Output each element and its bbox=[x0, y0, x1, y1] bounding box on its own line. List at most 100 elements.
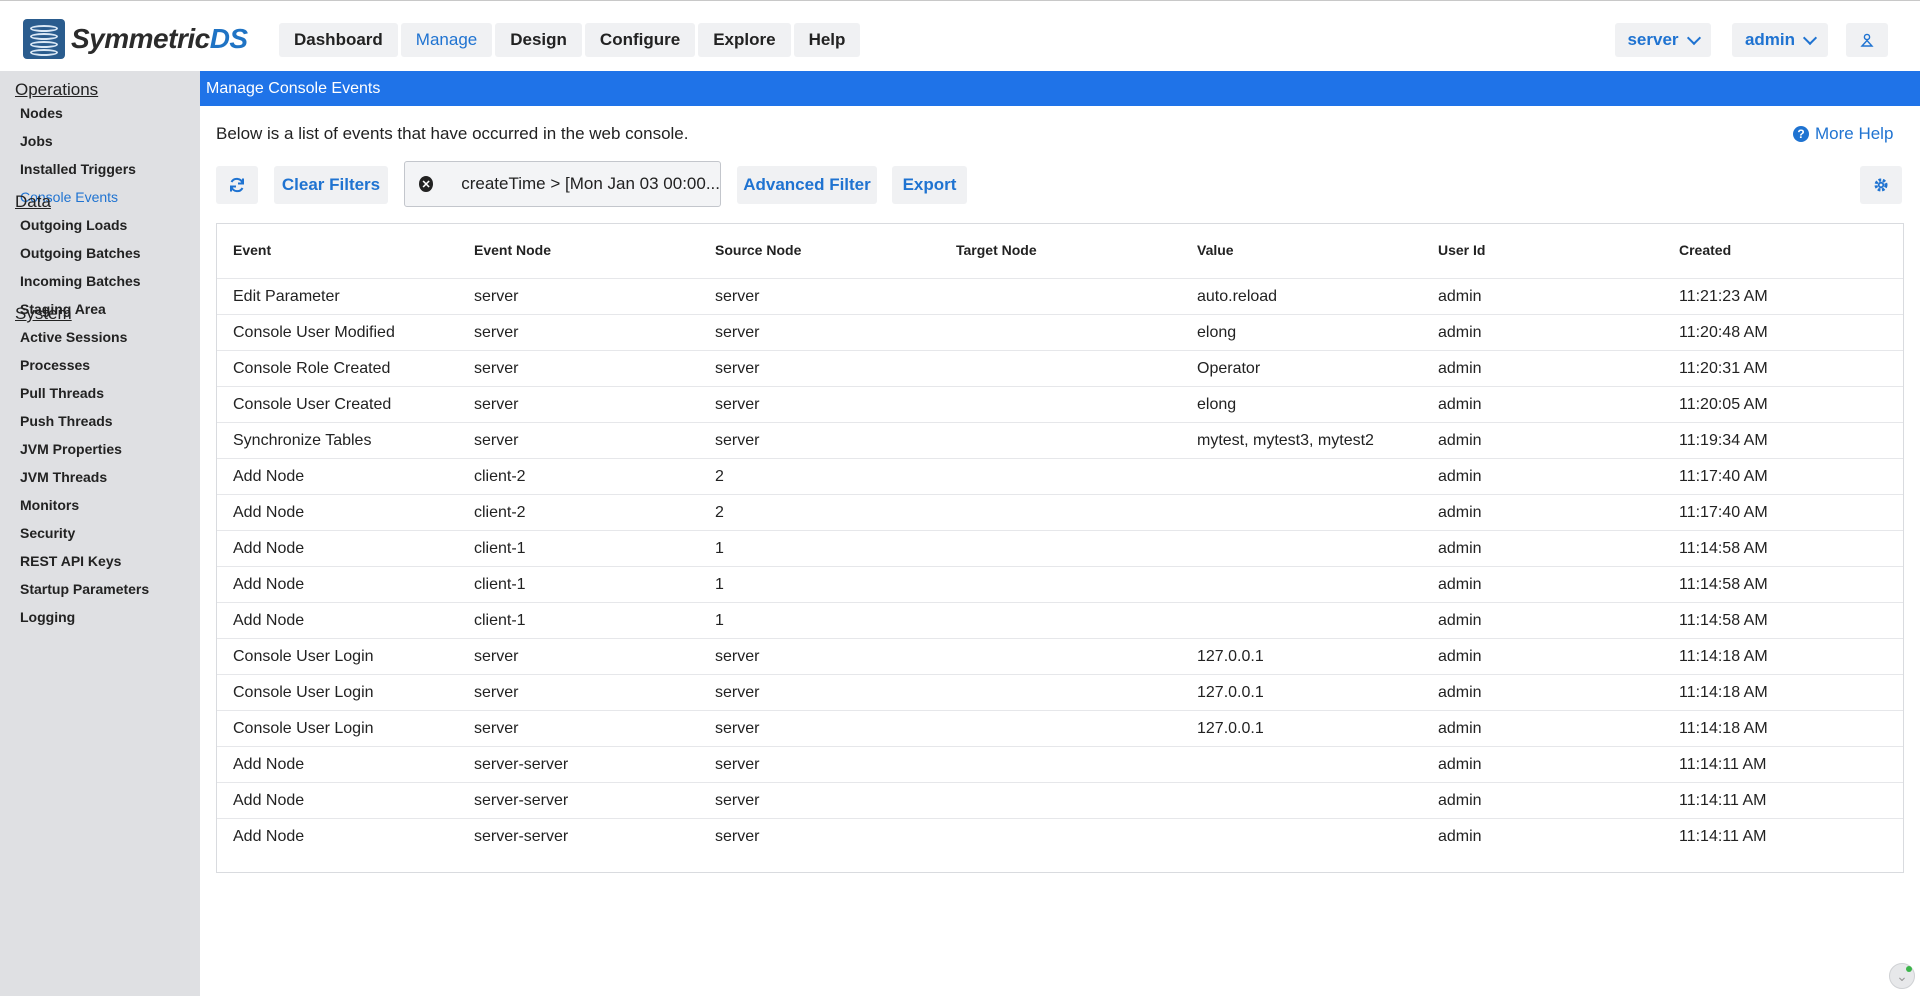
chevron-down-icon bbox=[1802, 30, 1818, 45]
nav-design[interactable]: Design bbox=[495, 23, 582, 57]
refresh-button[interactable] bbox=[216, 166, 258, 204]
column-header-event-node[interactable]: Event Node bbox=[474, 242, 551, 258]
nav-dashboard[interactable]: Dashboard bbox=[279, 23, 398, 57]
table-cell-event: Add Node bbox=[233, 792, 305, 809]
table-cell-created: 11:14:11 AM bbox=[1679, 828, 1767, 845]
sidebar-item-logging[interactable]: Logging bbox=[20, 609, 75, 625]
profile-button[interactable] bbox=[1846, 23, 1888, 57]
nav-explore[interactable]: Explore bbox=[698, 23, 791, 57]
nav-manage[interactable]: Manage bbox=[400, 23, 493, 57]
sidebar-item-active-sessions[interactable]: Active Sessions bbox=[20, 329, 127, 345]
table-cell-event: Console User Login bbox=[233, 684, 374, 701]
clear-filters-button[interactable]: Clear Filters bbox=[274, 166, 388, 204]
sidebar-item-outgoing-loads[interactable]: Outgoing Loads bbox=[20, 217, 127, 233]
table-cell-event-node: client-1 bbox=[474, 612, 526, 629]
table-cell-source-node: server bbox=[715, 432, 760, 449]
table-cell-event: Add Node bbox=[233, 828, 305, 845]
sidebar-section-system[interactable]: System bbox=[15, 304, 72, 324]
table-cell-created: 11:14:58 AM bbox=[1679, 612, 1768, 629]
table-row[interactable]: Console User Modified server server elong ad… bbox=[217, 314, 1903, 351]
table-row[interactable]: Add Node server-server server admin 11:14:11… bbox=[217, 818, 1903, 855]
sidebar-item-security[interactable]: Security bbox=[20, 525, 75, 541]
table-cell-user-id: admin bbox=[1438, 612, 1482, 629]
table-cell-source-node: server bbox=[715, 648, 760, 665]
table-cell-event: Synchronize Tables bbox=[233, 432, 372, 449]
sidebar-section-operations[interactable]: Operations bbox=[15, 80, 98, 100]
advanced-filter-label: Advanced Filter bbox=[743, 175, 871, 194]
sidebar-item-rest-api-keys[interactable]: REST API Keys bbox=[20, 553, 121, 569]
column-header-value[interactable]: Value bbox=[1197, 242, 1234, 258]
table-cell-event: Add Node bbox=[233, 576, 305, 593]
table-row[interactable]: Console User Login server server 127.0.0.1 a… bbox=[217, 638, 1903, 675]
column-header-event[interactable]: Event bbox=[233, 242, 271, 258]
column-header-target-node[interactable]: Target Node bbox=[956, 242, 1037, 258]
table-cell-created: 11:17:40 AM bbox=[1679, 504, 1768, 521]
remove-filter-icon[interactable]: ✕ bbox=[419, 176, 434, 192]
sidebar-item-jobs[interactable]: Jobs bbox=[20, 133, 53, 149]
more-help-label: More Help bbox=[1815, 124, 1894, 143]
table-cell-event-node: server bbox=[474, 360, 519, 377]
help-icon: ? bbox=[1793, 126, 1809, 142]
table-cell-source-node: server bbox=[715, 360, 760, 377]
sidebar-item-nodes[interactable]: Nodes bbox=[20, 105, 63, 121]
table-cell-created: 11:14:18 AM bbox=[1679, 684, 1768, 701]
table-row[interactable]: Console User Login server server 127.0.0.1 a… bbox=[217, 674, 1903, 711]
table-row[interactable]: Edit Parameter server server auto.reload adm… bbox=[217, 278, 1903, 315]
table-cell-created: 11:14:58 AM bbox=[1679, 540, 1768, 557]
sidebar-item-jvm-properties[interactable]: JVM Properties bbox=[20, 441, 122, 457]
table-row[interactable]: Console Role Created server server Operator… bbox=[217, 350, 1903, 387]
user-menu[interactable]: admin bbox=[1732, 23, 1828, 57]
table-cell-event-node: client-1 bbox=[474, 540, 526, 557]
table-cell-event: Add Node bbox=[233, 756, 305, 773]
sidebar-item-incoming-batches[interactable]: Incoming Batches bbox=[20, 273, 141, 289]
table-cell-event-node: server bbox=[474, 720, 519, 737]
table-cell-source-node: 2 bbox=[715, 468, 724, 485]
sidebar-item-monitors[interactable]: Monitors bbox=[20, 497, 79, 513]
table-cell-source-node: server bbox=[715, 288, 760, 305]
server-select[interactable]: server bbox=[1615, 23, 1711, 57]
table-cell-created: 11:17:40 AM bbox=[1679, 468, 1768, 485]
table-row[interactable]: Add Node client-1 1 admin 11:14:58 AM bbox=[217, 566, 1903, 603]
settings-button[interactable] bbox=[1860, 166, 1902, 204]
table-row[interactable]: Add Node server-server server admin 11:14:11… bbox=[217, 746, 1903, 783]
table-row[interactable]: Add Node client-1 1 admin 11:14:58 AM bbox=[217, 602, 1903, 639]
app-logo[interactable]: SymmetricDS bbox=[23, 19, 248, 59]
sidebar-item-push-threads[interactable]: Push Threads bbox=[20, 413, 113, 429]
sidebar-item-processes[interactable]: Processes bbox=[20, 357, 90, 373]
table-cell-value: mytest, mytest3, mytest2 bbox=[1197, 432, 1374, 449]
filter-text: createTime > [Mon Jan 03 00:00... bbox=[461, 174, 720, 193]
table-row[interactable]: Synchronize Tables server server mytest, my… bbox=[217, 422, 1903, 459]
table-cell-event: Add Node bbox=[233, 540, 305, 557]
chevron-down-icon bbox=[1686, 30, 1701, 45]
sidebar-item-pull-threads[interactable]: Pull Threads bbox=[20, 385, 104, 401]
table-cell-event-node: server-server bbox=[474, 756, 569, 773]
status-indicator[interactable]: ⌄ bbox=[1889, 963, 1915, 989]
table-cell-event: Add Node bbox=[233, 468, 305, 485]
table-cell-source-node: server bbox=[715, 324, 760, 341]
column-header-source-node[interactable]: Source Node bbox=[715, 242, 801, 258]
table-cell-source-node: server bbox=[715, 720, 760, 737]
table-cell-event: Console User Created bbox=[233, 396, 392, 413]
sidebar-item-outgoing-batches[interactable]: Outgoing Batches bbox=[20, 245, 141, 261]
table-row[interactable]: Console User Created server server elong adm… bbox=[217, 386, 1903, 423]
export-button[interactable]: Export bbox=[892, 166, 967, 204]
sidebar-item-startup-parameters[interactable]: Startup Parameters bbox=[20, 581, 149, 597]
nav-help[interactable]: Help bbox=[793, 23, 861, 57]
column-header-user-id[interactable]: User Id bbox=[1438, 242, 1485, 258]
sidebar-section-data[interactable]: Data bbox=[15, 192, 51, 212]
table-row[interactable]: Add Node client-1 1 admin 11:14:58 AM bbox=[217, 530, 1903, 567]
nav-configure[interactable]: Configure bbox=[584, 23, 696, 57]
table-row[interactable]: Console User Login server server 127.0.0.1 a… bbox=[217, 710, 1903, 747]
sidebar-item-installed-triggers[interactable]: Installed Triggers bbox=[20, 161, 136, 177]
table-row[interactable]: Add Node client-2 2 admin 11:17:40 AM bbox=[217, 494, 1903, 531]
active-filter-chip[interactable]: ✕ createTime > [Mon Jan 03 00:00... bbox=[404, 161, 721, 207]
table-row[interactable]: Add Node server-server server admin 11:14:11… bbox=[217, 782, 1903, 819]
column-header-created[interactable]: Created bbox=[1679, 242, 1731, 258]
table-row[interactable]: Add Node client-2 2 admin 11:17:40 AM bbox=[217, 458, 1903, 495]
table-cell-user-id: admin bbox=[1438, 324, 1482, 341]
more-help-link[interactable]: ? More Help bbox=[1793, 124, 1893, 144]
advanced-filter-button[interactable]: Advanced Filter bbox=[737, 166, 877, 204]
events-table: Event Event Node Source Node Target Node Val… bbox=[216, 223, 1904, 873]
sidebar-item-jvm-threads[interactable]: JVM Threads bbox=[20, 469, 107, 485]
table-cell-event-node: server bbox=[474, 432, 519, 449]
